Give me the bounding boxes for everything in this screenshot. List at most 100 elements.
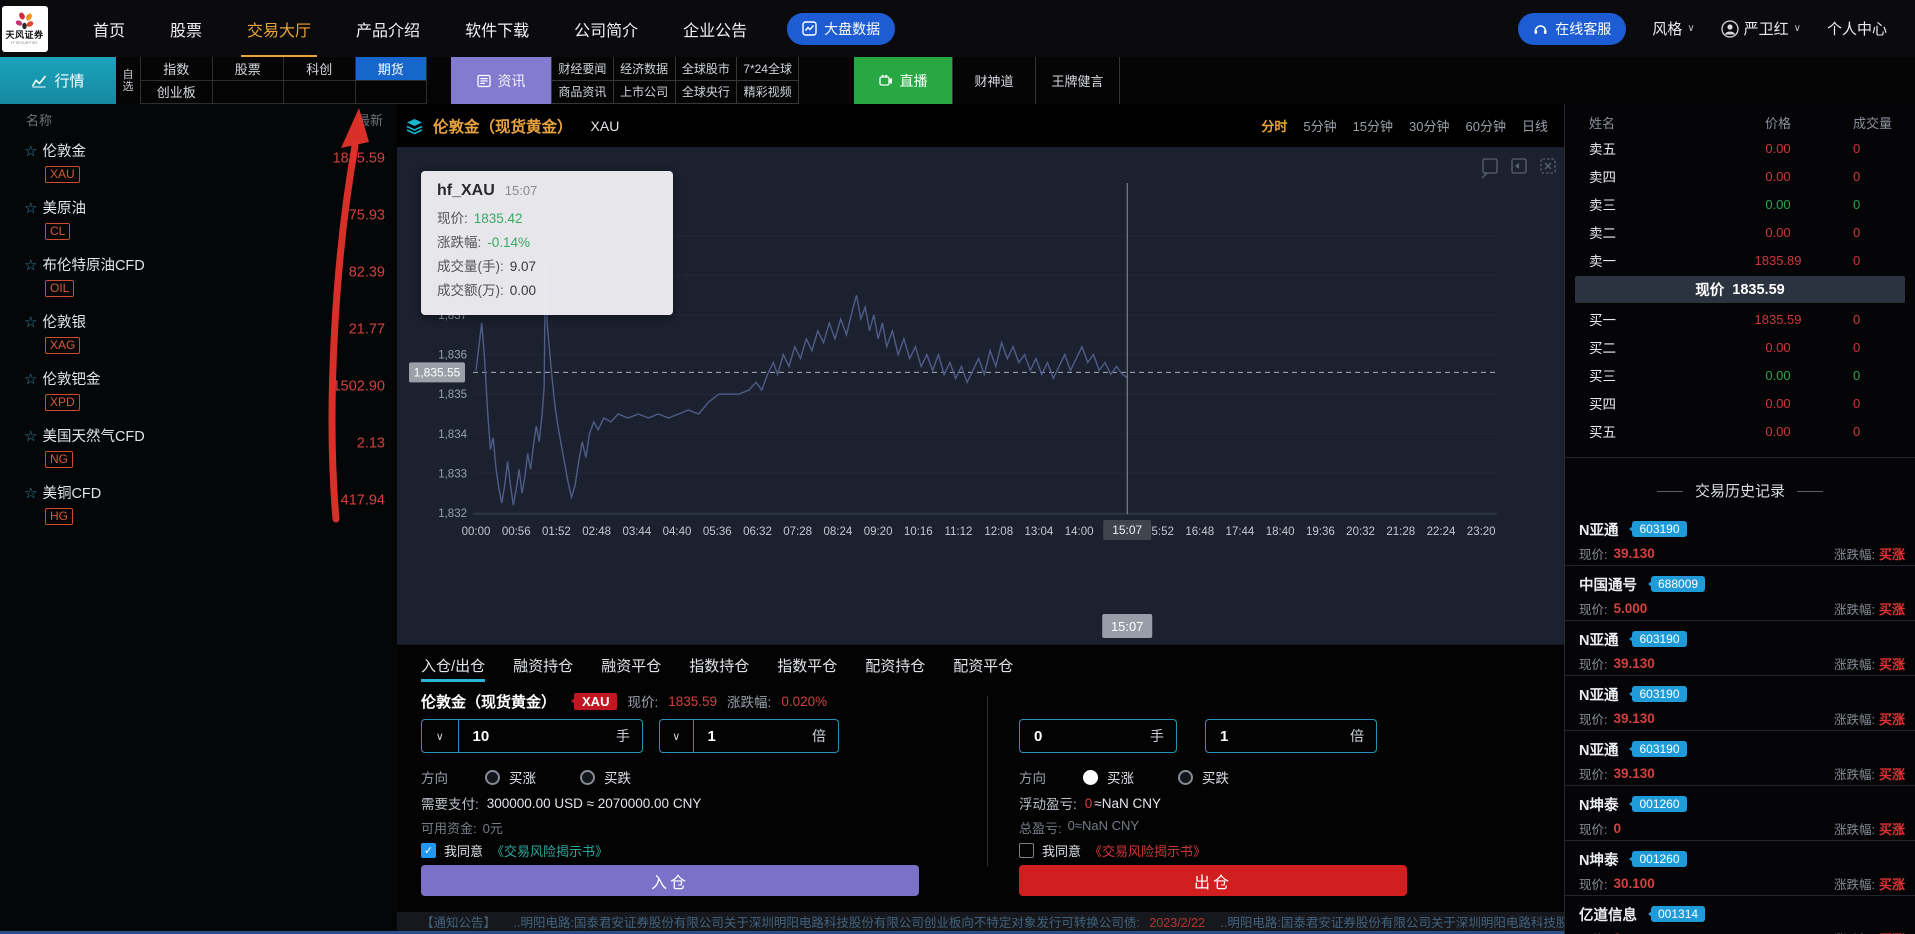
trade-tab-配资持仓[interactable]: 配资持仓: [865, 655, 925, 682]
close-buy-up-radio[interactable]: [1083, 770, 1098, 785]
history-item[interactable]: N亚通603190现价:39.130涨跌幅:买涨: [1565, 676, 1915, 731]
sell-level-row[interactable]: 卖二0.000: [1565, 218, 1915, 246]
zoom-select-icon[interactable]: [1482, 159, 1497, 178]
buy-level-row[interactable]: 买四0.000: [1565, 389, 1915, 417]
nav-item-2[interactable]: 交易大厅: [245, 0, 313, 58]
trade-tab-指数持仓[interactable]: 指数持仓: [689, 655, 749, 682]
extra-tab-王牌健言[interactable]: 王牌健言: [1036, 57, 1120, 104]
watchlist-item-XAG[interactable]: ☆伦敦银XAG21.77: [0, 302, 397, 359]
market-tab-科创[interactable]: 科创: [284, 57, 356, 81]
close-qty-input[interactable]: [1020, 728, 1150, 745]
star-icon[interactable]: ☆: [24, 257, 37, 274]
tooltip-label: 现价:: [437, 207, 468, 231]
history-item[interactable]: 中国通号688009现价:5.000涨跌幅:买涨: [1565, 566, 1915, 621]
online-service-button[interactable]: 在线客服: [1518, 13, 1626, 45]
close-risk-link[interactable]: 《交易风险揭示书》: [1089, 841, 1206, 860]
timeframe-5分钟[interactable]: 5分钟: [1303, 116, 1336, 135]
news-tab-财经要闻[interactable]: 财经要闻: [552, 57, 614, 81]
nav-item-3[interactable]: 产品介绍: [354, 0, 422, 58]
timeframe-日线[interactable]: 日线: [1522, 116, 1548, 135]
timeframe-分时[interactable]: 分时: [1261, 116, 1287, 135]
star-icon[interactable]: ☆: [24, 485, 37, 502]
sell-level-row[interactable]: 卖五0.000: [1565, 134, 1915, 162]
watchlist-item-NG[interactable]: ☆美国天然气CFDNG2.13: [0, 416, 397, 473]
nav-item-4[interactable]: 软件下载: [463, 0, 531, 58]
watchlist-item-HG[interactable]: ☆美铜CFDHG417.94: [0, 473, 397, 530]
watchlist-tab[interactable]: 自选: [116, 57, 140, 104]
close-leverage-input[interactable]: [1206, 728, 1350, 745]
star-icon[interactable]: ☆: [24, 371, 37, 388]
history-item[interactable]: N亚通603190现价:39.130涨跌幅:买涨: [1565, 511, 1915, 566]
live-button[interactable]: 直播: [854, 57, 952, 104]
buy-level-row[interactable]: 买二0.000: [1565, 333, 1915, 361]
history-item[interactable]: 亿道信息001314现价:0涨跌幅:买涨: [1565, 896, 1915, 934]
sell-level-row[interactable]: 卖三0.000: [1565, 190, 1915, 218]
news-tab-上市公司[interactable]: 上市公司: [614, 81, 676, 105]
star-icon[interactable]: ☆: [24, 143, 37, 160]
star-icon[interactable]: ☆: [24, 314, 37, 331]
watchlist-item-XPD[interactable]: ☆伦敦钯金XPD1502.90: [0, 359, 397, 416]
quotes-button[interactable]: 行情: [0, 57, 116, 104]
style-dropdown[interactable]: 风格∨: [1652, 18, 1694, 39]
watchlist-item-CL[interactable]: ☆美原油CL75.93: [0, 188, 397, 245]
nav-item-1[interactable]: 股票: [168, 0, 204, 58]
history-item[interactable]: N亚通603190现价:39.130涨跌幅:买涨: [1565, 731, 1915, 786]
close-position-button[interactable]: 出仓: [1019, 865, 1407, 896]
market-tab-指数[interactable]: 指数: [141, 57, 213, 81]
market-tab-创业板[interactable]: 创业板: [141, 81, 213, 105]
news-tab-全球股市[interactable]: 全球股市: [676, 57, 738, 81]
big-data-button[interactable]: 大盘数据: [787, 13, 895, 45]
reset-zoom-icon[interactable]: [1541, 159, 1555, 173]
nav-item-0[interactable]: 首页: [91, 0, 127, 58]
news-tab-全球央行[interactable]: 全球央行: [676, 81, 738, 105]
extra-tab-财神道[interactable]: 财神道: [952, 57, 1036, 104]
history-price-value: 39.130: [1613, 546, 1654, 561]
user-menu[interactable]: 严卫红∨: [1721, 18, 1801, 39]
open-qty-input[interactable]: [459, 728, 616, 745]
open-leverage-input[interactable]: [694, 728, 813, 745]
nav-item-5[interactable]: 公司简介: [572, 0, 640, 58]
watchlist-item-OIL[interactable]: ☆布伦特原油CFDOIL82.39: [0, 245, 397, 302]
trade-tab-指数平仓[interactable]: 指数平仓: [777, 655, 837, 682]
timeframe-60分钟[interactable]: 60分钟: [1466, 116, 1506, 135]
timeframe-15分钟[interactable]: 15分钟: [1353, 116, 1393, 135]
personal-center-link[interactable]: 个人中心: [1827, 18, 1887, 39]
star-icon[interactable]: ☆: [24, 428, 37, 445]
open-agree-checkbox[interactable]: ✓: [421, 843, 436, 858]
restore-view-icon[interactable]: [1512, 159, 1526, 173]
news-button[interactable]: 资讯: [451, 57, 551, 104]
news-tab-商品资讯[interactable]: 商品资讯: [552, 81, 614, 105]
trade-tab-融资平仓[interactable]: 融资平仓: [601, 655, 661, 682]
trade-tab-配资平仓[interactable]: 配资平仓: [953, 655, 1013, 682]
brand-logo[interactable]: 天风证券 TF SECURITIES: [0, 0, 49, 57]
news-tab-经济数据[interactable]: 经济数据: [614, 57, 676, 81]
chart-area[interactable]: 1,8391,8381,8371,8361,8351,8341,8331,832…: [397, 147, 1564, 644]
trade-tab-入仓/出仓[interactable]: 入仓/出仓: [421, 655, 485, 682]
leverage-dropdown-toggle[interactable]: ∨: [660, 720, 694, 752]
news-tab-精彩视频[interactable]: 精彩视频: [737, 81, 799, 105]
watchlist-item-line1: ☆美原油: [24, 197, 387, 218]
sell-level-row[interactable]: 卖一1835.890: [1565, 246, 1915, 274]
close-buy-down-radio[interactable]: [1178, 770, 1193, 785]
open-buy-down-radio[interactable]: [580, 770, 595, 785]
market-tab-期货[interactable]: 期货: [356, 57, 428, 81]
news-tab-7*24全球[interactable]: 7*24全球: [737, 57, 799, 81]
timeframe-30分钟[interactable]: 30分钟: [1409, 116, 1449, 135]
open-position-button[interactable]: 入仓: [421, 865, 919, 896]
close-agree-checkbox[interactable]: [1019, 843, 1034, 858]
history-item[interactable]: N亚通603190现价:39.130涨跌幅:买涨: [1565, 621, 1915, 676]
open-buy-up-radio[interactable]: [485, 770, 500, 785]
qty-dropdown-toggle[interactable]: ∨: [422, 720, 459, 752]
buy-level-row[interactable]: 买三0.000: [1565, 361, 1915, 389]
buy-level-row[interactable]: 买一1835.590: [1565, 305, 1915, 333]
watchlist-item-XAU[interactable]: ☆伦敦金XAU1835.59: [0, 131, 397, 188]
history-item[interactable]: N坤泰001260现价:0涨跌幅:买涨: [1565, 786, 1915, 841]
market-tab-股票[interactable]: 股票: [213, 57, 285, 81]
history-item[interactable]: N坤泰001260现价:30.100涨跌幅:买涨: [1565, 841, 1915, 896]
buy-level-row[interactable]: 买五0.000: [1565, 417, 1915, 445]
sell-level-row[interactable]: 卖四0.000: [1565, 162, 1915, 190]
open-risk-link[interactable]: 《交易风险揭示书》: [491, 841, 608, 860]
star-icon[interactable]: ☆: [24, 200, 37, 217]
trade-tab-融资持仓[interactable]: 融资持仓: [513, 655, 573, 682]
nav-item-6[interactable]: 企业公告: [681, 0, 749, 58]
